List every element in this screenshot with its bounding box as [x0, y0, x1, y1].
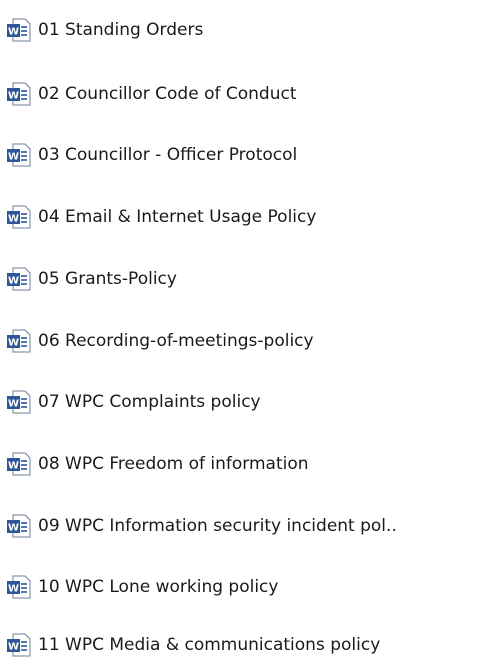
file-item-05[interactable]: W 05 Grants-Policy — [6, 262, 177, 296]
svg-text:W: W — [8, 338, 19, 349]
word-document-icon: W — [6, 328, 32, 354]
word-document-icon: W — [6, 574, 32, 600]
file-name: 03 Councillor - Officer Protocol — [38, 145, 298, 165]
file-item-06[interactable]: W 06 Recording-of-meetings-policy — [6, 324, 314, 358]
svg-text:W: W — [8, 91, 19, 102]
svg-text:W: W — [8, 399, 19, 410]
file-item-07[interactable]: W 07 WPC Complaints policy — [6, 385, 261, 419]
word-document-icon: W — [6, 266, 32, 292]
svg-text:W: W — [8, 461, 19, 472]
svg-text:W: W — [8, 642, 19, 653]
svg-text:W: W — [8, 584, 19, 595]
svg-text:W: W — [8, 152, 19, 163]
word-document-icon: W — [6, 632, 32, 658]
word-document-icon: W — [6, 17, 32, 43]
file-name: 05 Grants-Policy — [38, 269, 177, 289]
file-item-02[interactable]: W 02 Councillor Code of Conduct — [6, 77, 297, 111]
file-item-11[interactable]: W 11 WPC Media & communications policy — [6, 628, 380, 662]
file-item-10[interactable]: W 10 WPC Lone working policy — [6, 570, 278, 604]
file-name: 01 Standing Orders — [38, 20, 204, 40]
file-name: 02 Councillor Code of Conduct — [38, 84, 297, 104]
word-document-icon: W — [6, 513, 32, 539]
file-item-09[interactable]: W 09 WPC Information security incident p… — [6, 509, 397, 543]
svg-text:W: W — [8, 523, 19, 534]
file-item-04[interactable]: W 04 Email & Internet Usage Policy — [6, 200, 316, 234]
file-item-08[interactable]: W 08 WPC Freedom of information — [6, 447, 309, 481]
word-document-icon: W — [6, 142, 32, 168]
file-name: 07 WPC Complaints policy — [38, 392, 261, 412]
word-document-icon: W — [6, 81, 32, 107]
file-item-03[interactable]: W 03 Councillor - Officer Protocol — [6, 138, 297, 172]
file-name: 06 Recording-of-meetings-policy — [38, 331, 314, 351]
word-document-icon: W — [6, 204, 32, 230]
svg-text:W: W — [8, 214, 19, 225]
file-name: 11 WPC Media & communications policy — [38, 635, 381, 655]
word-document-icon: W — [6, 451, 32, 477]
file-name: 08 WPC Freedom of information — [38, 454, 309, 474]
svg-text:W: W — [8, 276, 19, 287]
word-document-icon: W — [6, 389, 32, 415]
svg-text:W: W — [8, 27, 19, 38]
file-name: 10 WPC Lone working policy — [38, 577, 279, 597]
file-item-01[interactable]: W 01 Standing Orders — [6, 13, 203, 47]
file-name: 09 WPC Information security incident pol… — [38, 516, 397, 536]
file-name: 04 Email & Internet Usage Policy — [38, 207, 317, 227]
